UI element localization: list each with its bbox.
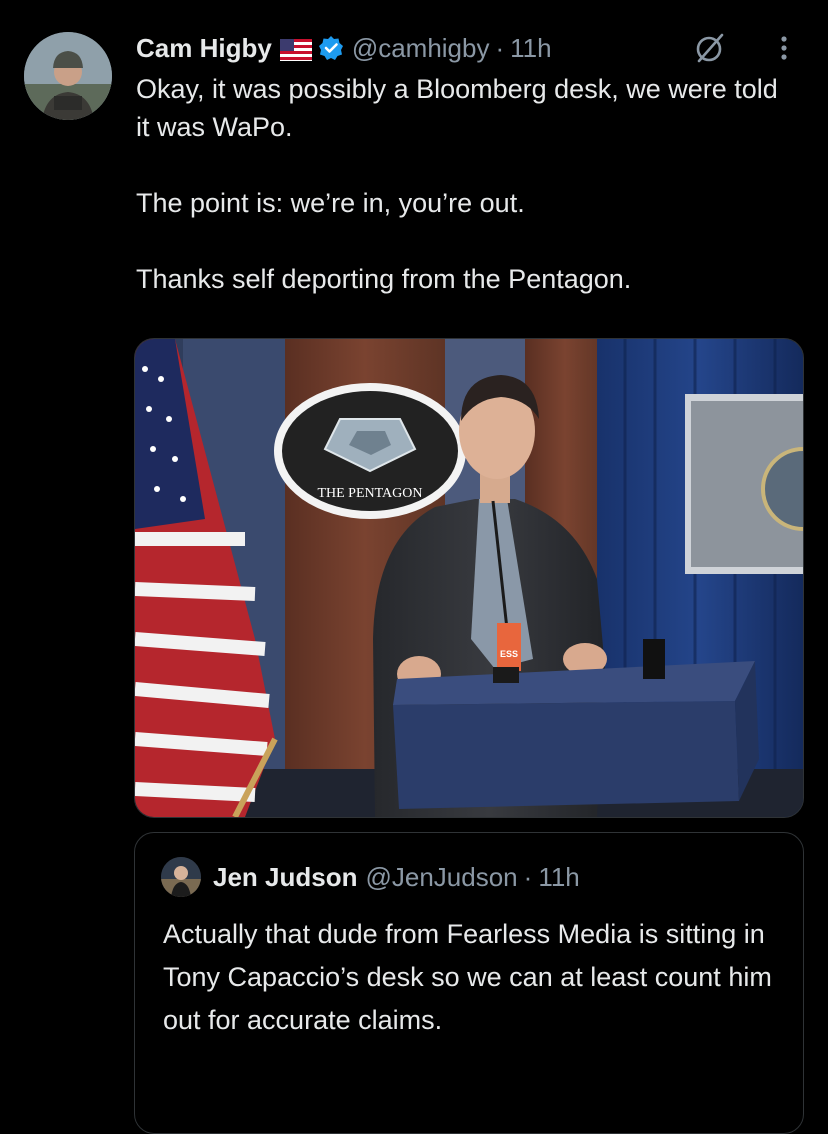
lanyard-text: ESS (500, 649, 518, 659)
quoted-author-handle[interactable]: @JenJudson (365, 862, 517, 893)
separator-dot: · (523, 861, 533, 892)
tweet-header: Cam Higby @camhigby · 11h (136, 30, 796, 66)
us-flag-icon (279, 37, 312, 61)
author-handle[interactable]: @camhigby (352, 33, 490, 64)
tweet-text: Okay, it was possibly a Bloomberg desk, … (136, 70, 796, 298)
tweet-paragraph: Okay, it was possibly a Bloomberg desk, … (136, 74, 778, 142)
author-avatar[interactable] (24, 32, 112, 120)
tweet-photo[interactable]: THE PENTAGON ESS (134, 338, 804, 818)
tweet-paragraph: The point is: we’re in, you’re out. (136, 188, 525, 218)
more-options-icon[interactable] (772, 32, 796, 64)
timestamp[interactable]: 11h (510, 33, 551, 64)
quoted-author-name[interactable]: Jen Judson (213, 862, 357, 893)
quoted-header: Jen Judson @JenJudson · 11h (161, 857, 580, 897)
seal-text: THE PENTAGON (317, 486, 422, 501)
grok-icon[interactable] (694, 32, 726, 64)
quoted-tweet[interactable]: Jen Judson @JenJudson · 11h Actually tha… (134, 832, 804, 1134)
pentagon-seal-image: THE PENTAGON (274, 383, 466, 519)
pentagon-press-room-photo: THE PENTAGON ESS (135, 339, 803, 817)
quoted-author-avatar[interactable] (161, 857, 201, 897)
separator-dot: · (495, 32, 505, 63)
quoted-timestamp[interactable]: 11h (538, 862, 579, 893)
author-name[interactable]: Cam Higby (136, 33, 272, 64)
verified-badge-icon[interactable] (318, 35, 344, 61)
tweet-paragraph: Thanks self deporting from the Pentagon. (136, 264, 632, 294)
quoted-tweet-text: Actually that dude from Fearless Media i… (163, 919, 772, 1035)
avatar-photo (24, 32, 112, 120)
